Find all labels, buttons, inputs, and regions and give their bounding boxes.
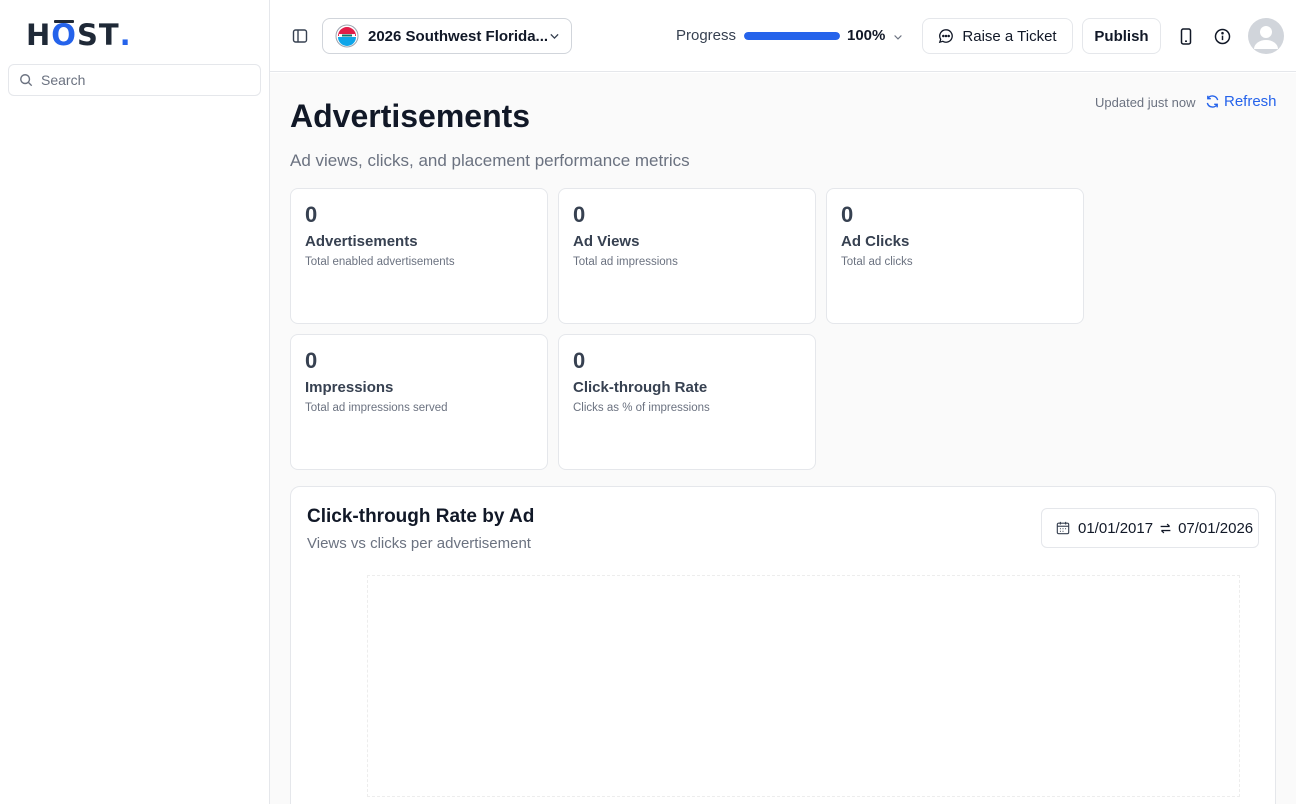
stat-title: Impressions [305, 379, 394, 396]
stat-value: 0 [573, 348, 586, 373]
chart-subtitle: Views vs clicks per advertisement [307, 535, 531, 552]
raise-ticket-label: Raise a Ticket [962, 27, 1057, 45]
calendar-icon [1056, 521, 1070, 535]
main-content: Advertisements Updated just now Refresh … [270, 73, 1296, 804]
user-avatar-icon [1254, 26, 1278, 49]
project-selector[interactable]: 2026 Southwest Florida... [322, 18, 572, 54]
progress-bar [744, 32, 840, 40]
logo-letter-h: H [26, 18, 52, 52]
stat-title: Advertisements [305, 233, 418, 250]
stat-value: 0 [841, 202, 854, 227]
search-input[interactable] [41, 72, 241, 88]
sidebar-toggle-icon [292, 29, 308, 43]
logo-letters-st: ST [76, 18, 120, 52]
chevron-down-icon [894, 35, 902, 40]
stat-card-ad-clicks: 0 Ad Clicks Total ad clicks [826, 188, 1084, 324]
logo-letter-o: O [51, 18, 77, 52]
stat-value: 0 [573, 202, 586, 227]
project-logo [335, 24, 359, 48]
search-icon [20, 74, 33, 87]
logo-dot: . [119, 18, 132, 52]
stat-description: Clicks as % of impressions [573, 402, 710, 414]
sidebar: H O ST. [0, 0, 270, 804]
user-avatar[interactable] [1248, 18, 1284, 54]
ctr-chart-panel: Click-through Rate by Ad Views vs clicks… [290, 486, 1276, 804]
project-name: 2026 Southwest Florida... [368, 27, 549, 45]
search-box[interactable] [8, 64, 261, 96]
mobile-device-icon [1180, 27, 1192, 45]
stat-description: Total ad impressions [573, 256, 678, 268]
sidebar-toggle-button[interactable] [290, 26, 310, 46]
chevron-down-icon [550, 33, 559, 39]
stat-title: Click-through Rate [573, 379, 708, 396]
progress-value: 100% [847, 27, 886, 44]
refresh-label: Refresh [1224, 93, 1277, 110]
chart-plot-area [367, 575, 1240, 797]
top-bar: 2026 Southwest Florida... Progress 100% … [270, 0, 1296, 72]
stat-card-advertisements: 0 Advertisements Total enabled advertise… [290, 188, 548, 324]
refresh-icon [1206, 95, 1219, 108]
publish-button[interactable]: Publish [1082, 18, 1161, 54]
progress-bar-fill [744, 32, 840, 40]
stat-description: Total ad clicks [841, 256, 913, 268]
swap-arrows-icon [1160, 523, 1171, 533]
stat-value: 0 [305, 202, 318, 227]
stat-title: Ad Views [573, 233, 640, 250]
stat-card-click-through-rate: 0 Click-through Rate Clicks as % of impr… [558, 334, 816, 470]
progress-label: Progress [676, 27, 737, 44]
updated-status: Updated just now [1095, 95, 1196, 110]
date-range-end: 07/01/2026 [1178, 519, 1254, 537]
page-title: Advertisements [290, 98, 531, 134]
refresh-button[interactable]: Refresh [1205, 93, 1277, 110]
stat-description: Total enabled advertisements [305, 256, 455, 268]
stat-card-impressions: 0 Impressions Total ad impressions serve… [290, 334, 548, 470]
stat-card-ad-views: 0 Ad Views Total ad impressions [558, 188, 816, 324]
date-range-picker[interactable]: 01/01/2017 07/01/2026 [1041, 508, 1259, 548]
host-logo[interactable]: H O ST. [26, 18, 132, 52]
stat-title: Ad Clicks [841, 233, 910, 250]
stat-value: 0 [305, 348, 318, 373]
publish-label: Publish [1094, 27, 1149, 45]
chat-bubble-icon [939, 29, 954, 44]
progress-dropdown-toggle[interactable] [892, 30, 904, 48]
page-subtitle: Ad views, clicks, and placement performa… [290, 151, 690, 170]
mobile-preview-button[interactable] [1176, 26, 1196, 46]
raise-ticket-button[interactable]: Raise a Ticket [922, 18, 1073, 54]
stat-description: Total ad impressions served [305, 402, 448, 414]
info-icon [1214, 28, 1230, 44]
info-button[interactable] [1212, 26, 1232, 46]
chart-title: Click-through Rate by Ad [307, 506, 535, 527]
date-range-start: 01/01/2017 [1078, 519, 1154, 537]
